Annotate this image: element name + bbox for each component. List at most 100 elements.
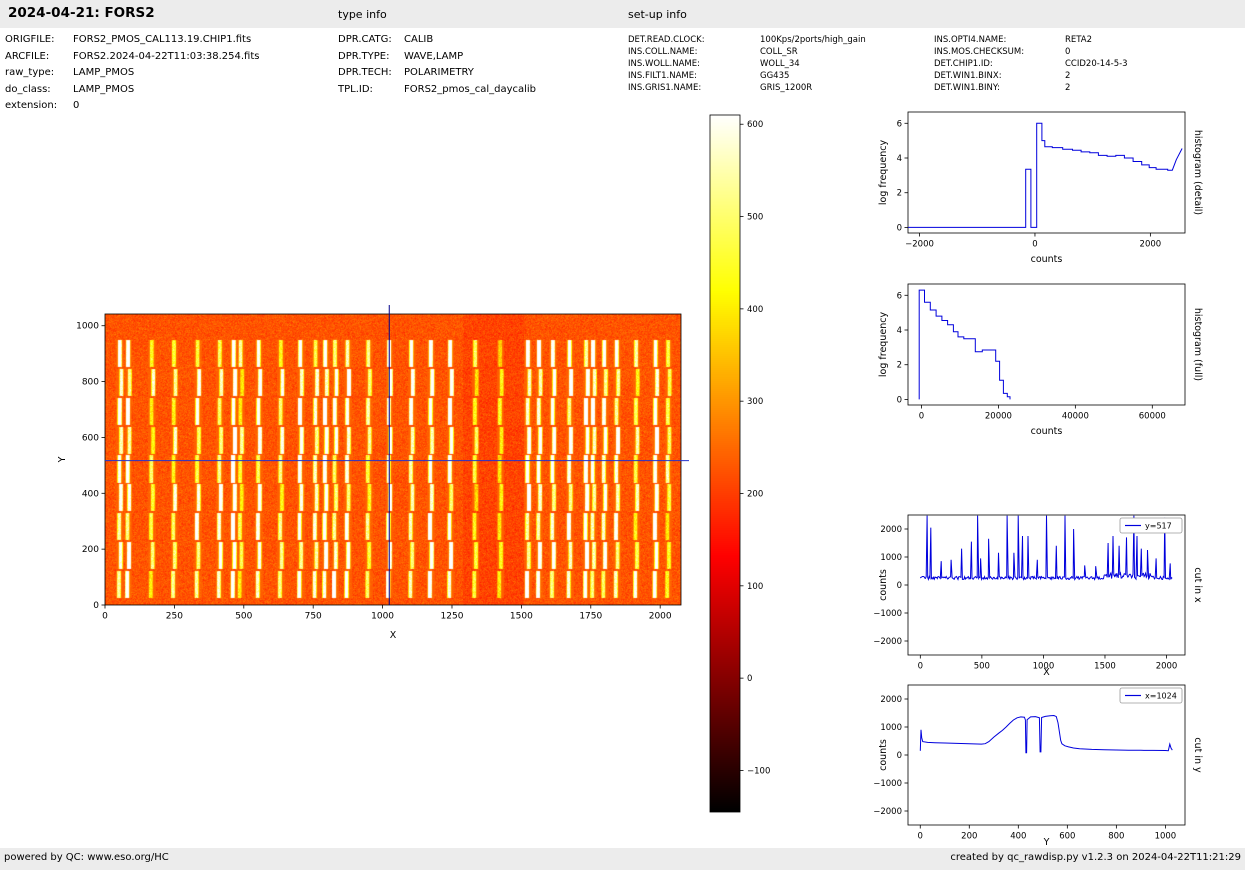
meta-label: raw_type: [5, 65, 73, 82]
svg-text:1000: 1000 [76, 322, 99, 332]
header-bar: 2024-04-21: FORS2 type info set-up info [0, 0, 1245, 28]
svg-text:0: 0 [897, 751, 902, 761]
qc-report-page: { "header": { "title": "2024-04-21: FORS… [0, 0, 1245, 870]
svg-text:0: 0 [897, 581, 902, 591]
meta-value: LAMP_PMOS [73, 84, 134, 95]
svg-text:4: 4 [897, 154, 902, 164]
svg-text:600: 600 [82, 433, 99, 443]
meta-label: DET.CHIP1.ID: [934, 58, 1065, 70]
svg-text:400: 400 [747, 305, 763, 315]
svg-text:1250: 1250 [441, 612, 464, 622]
svg-text:2000: 2000 [1156, 662, 1178, 672]
svg-text:500: 500 [974, 662, 990, 672]
meta-label: INS.COLL.NAME: [628, 46, 760, 58]
colorbar: 6005004003002001000−100 [652, 101, 802, 856]
cut-in-y-plot: 02004006008001000−2000−1000010002000Ycou… [850, 671, 1245, 869]
svg-text:1000: 1000 [880, 553, 902, 563]
svg-text:counts: counts [878, 569, 889, 601]
footer-left-text: powered by QC: www.eso.org/HC [4, 852, 169, 863]
svg-text:1750: 1750 [579, 612, 602, 622]
meta-value: 0 [73, 100, 79, 111]
svg-text:6: 6 [897, 119, 902, 129]
svg-text:counts: counts [878, 739, 889, 771]
meta-value: FORS2.2024-04-22T11:03:38.254.fits [73, 51, 259, 62]
meta-label: DET.WIN1.BINX: [934, 70, 1065, 82]
svg-text:2: 2 [897, 189, 902, 199]
svg-text:counts: counts [1031, 426, 1063, 437]
meta-label: INS.OPTI4.NAME: [934, 34, 1065, 46]
meta-label: ARCFILE: [5, 49, 73, 66]
svg-text:0: 0 [918, 662, 923, 672]
page-title: 2024-04-21: FORS2 [8, 5, 155, 21]
svg-text:6: 6 [897, 291, 902, 301]
cut-in-x-plot: 0500100015002000−2000−1000010002000Xcoun… [850, 501, 1245, 699]
meta-value: POLARIMETRY [404, 67, 474, 78]
svg-text:20000: 20000 [985, 412, 1012, 422]
svg-text:40000: 40000 [1062, 412, 1089, 422]
svg-text:0: 0 [897, 223, 902, 233]
svg-text:1000: 1000 [371, 612, 394, 622]
meta-value: 0 [1065, 47, 1070, 57]
svg-text:−1000: −1000 [873, 609, 902, 619]
svg-text:500: 500 [235, 612, 252, 622]
svg-text:0: 0 [897, 395, 902, 405]
svg-text:0: 0 [747, 674, 752, 684]
svg-text:y=517: y=517 [1145, 522, 1172, 531]
svg-text:600: 600 [1059, 832, 1075, 842]
svg-text:−2000: −2000 [873, 807, 902, 817]
svg-text:histogram (detail): histogram (detail) [1192, 130, 1203, 215]
svg-text:Y: Y [1043, 837, 1050, 848]
file-info-block: ORIGFILE:FORS2_PMOS_CAL113.19.CHIP1.fits… [5, 32, 259, 115]
svg-text:−1000: −1000 [873, 779, 902, 789]
meta-label: DPR.TECH: [338, 65, 404, 82]
meta-value: CCID20-14-5-3 [1065, 59, 1128, 69]
svg-text:200: 200 [82, 545, 99, 555]
svg-text:cut in y: cut in y [1192, 737, 1203, 773]
svg-text:1000: 1000 [1155, 832, 1177, 842]
svg-text:−2000: −2000 [905, 240, 934, 250]
meta-value: FORS2_PMOS_CAL113.19.CHIP1.fits [73, 34, 251, 45]
meta-value: FORS2_pmos_cal_daycalib [404, 84, 536, 95]
svg-text:800: 800 [82, 378, 99, 388]
meta-label: DET.WIN1.BINY: [934, 82, 1065, 94]
meta-value: WOLL_34 [760, 59, 800, 69]
meta-label: ORIGFILE: [5, 32, 73, 49]
svg-text:1000: 1000 [880, 723, 902, 733]
svg-text:counts: counts [1031, 254, 1063, 265]
svg-text:750: 750 [305, 612, 322, 622]
svg-text:X: X [390, 630, 397, 641]
svg-text:Y: Y [57, 456, 68, 463]
meta-value: CALIB [404, 34, 433, 45]
svg-text:1500: 1500 [510, 612, 533, 622]
svg-text:log frequency: log frequency [878, 140, 889, 206]
svg-text:60000: 60000 [1139, 412, 1166, 422]
meta-label: extension: [5, 98, 73, 115]
meta-value: 2 [1065, 71, 1070, 81]
meta-value: RETA2 [1065, 35, 1092, 45]
svg-text:0: 0 [918, 832, 923, 842]
histogram-full-plot: 02000040000600000246countslog frequencyh… [850, 270, 1245, 449]
footer-bar: powered by QC: www.eso.org/HC created by… [0, 848, 1245, 870]
meta-value: WAVE,LAMP [404, 51, 463, 62]
svg-text:cut in x: cut in x [1192, 567, 1203, 603]
svg-text:800: 800 [1108, 832, 1124, 842]
svg-text:1500: 1500 [1094, 662, 1116, 672]
svg-text:2000: 2000 [880, 525, 902, 535]
meta-value: GG435 [760, 71, 789, 81]
svg-text:250: 250 [166, 612, 183, 622]
meta-label: INS.MOS.CHECKSUM: [934, 46, 1065, 58]
svg-text:2: 2 [897, 361, 902, 371]
meta-label: DPR.CATG: [338, 32, 404, 49]
svg-text:0: 0 [102, 612, 108, 622]
meta-label: TPL.ID: [338, 82, 404, 99]
svg-text:600: 600 [747, 120, 763, 130]
svg-text:0: 0 [919, 412, 924, 422]
type-info-block: DPR.CATG:CALIB DPR.TYPE:WAVE,LAMP DPR.TE… [338, 32, 536, 98]
svg-text:400: 400 [82, 489, 99, 499]
svg-text:200: 200 [747, 490, 763, 500]
footer-right-text: created by qc_rawdisp.py v1.2.3 on 2024-… [950, 852, 1241, 863]
raw-image-plot: 0250500750100012501500175020000200400600… [47, 300, 743, 649]
svg-text:500: 500 [747, 213, 763, 223]
svg-text:−100: −100 [747, 766, 770, 776]
svg-text:2000: 2000 [1140, 240, 1162, 250]
